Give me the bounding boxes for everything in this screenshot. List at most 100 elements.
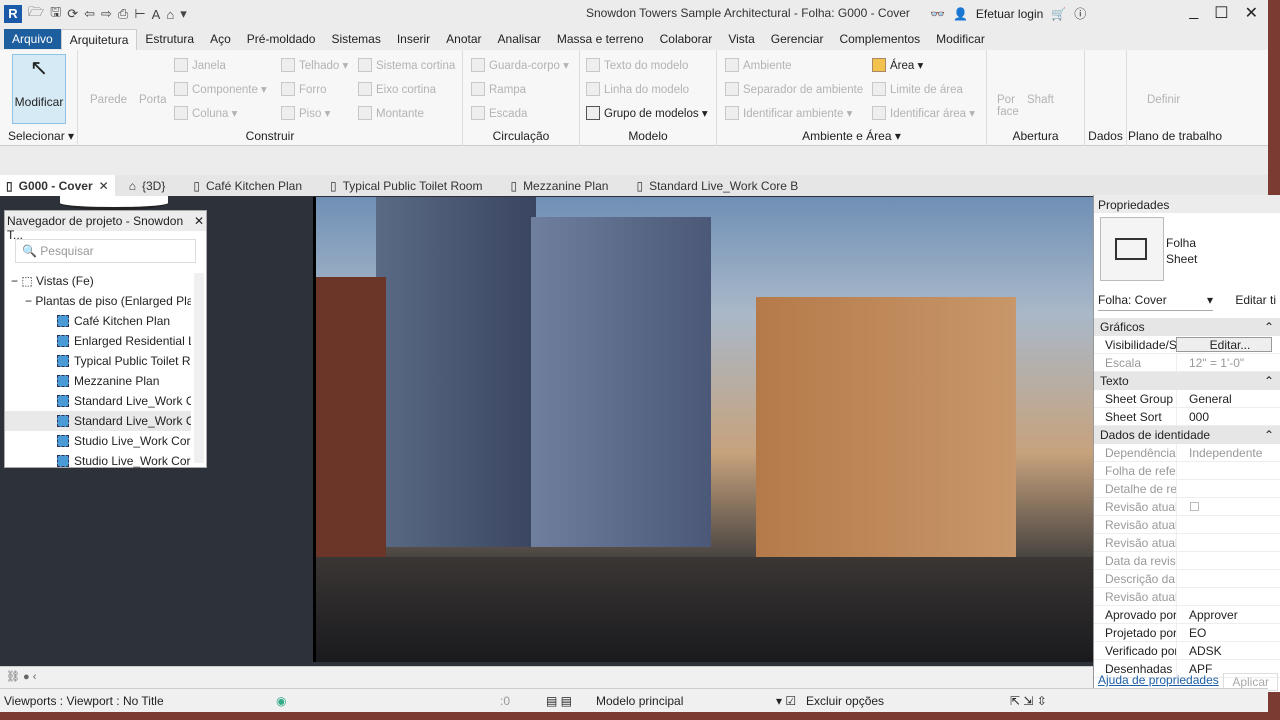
room-button[interactable]: Ambiente	[743, 60, 792, 72]
view-tab[interactable]: ▯ Typical Public Toilet Room	[316, 179, 496, 193]
horizontal-scrollbar[interactable]: ⛓ ● ‹	[0, 666, 1093, 688]
design-options-icon[interactable]: ▤ ▤	[546, 694, 572, 708]
close-icon[interactable]: ✕	[194, 214, 204, 228]
home-icon[interactable]: ⌂	[166, 7, 174, 22]
tab-14[interactable]: Modificar	[928, 29, 993, 49]
cart-icon[interactable]: 🛒	[1051, 7, 1066, 21]
tag-area-button[interactable]: Identificar área	[890, 108, 966, 120]
view-tab[interactable]: ▯ Café Kitchen Plan	[179, 179, 316, 193]
select-dropdown[interactable]: Selecionar	[8, 129, 65, 143]
tree-node-floor-plans[interactable]: − Plantas de piso (Enlarged Plan	[5, 291, 191, 311]
model-text-button[interactable]: Texto do modelo	[604, 60, 688, 72]
measure-icon[interactable]: ⊢	[134, 6, 145, 22]
close-button[interactable]: ✕	[1245, 3, 1258, 23]
property-value[interactable]: General	[1176, 390, 1280, 407]
area-button[interactable]: Área	[890, 60, 914, 72]
room-separator-button[interactable]: Separador de ambiente	[743, 84, 863, 96]
edit-visibility-button[interactable]: Editar...	[1176, 337, 1272, 352]
collapse-icon[interactable]: ⌃	[1264, 426, 1274, 444]
roof-button[interactable]: Telhado	[299, 60, 339, 72]
property-value[interactable]: Approver	[1176, 606, 1280, 623]
model-group-button[interactable]: Grupo de modelos	[604, 108, 699, 120]
tab-3[interactable]: Aço	[202, 29, 239, 49]
area-boundary-button[interactable]: Limite de área	[890, 84, 963, 96]
tab-12[interactable]: Gerenciar	[763, 29, 832, 49]
sync-icon[interactable]: ⟳	[67, 6, 78, 22]
view-tab[interactable]: ▯ Mezzanine Plan	[496, 179, 622, 193]
browser-search-input[interactable]: 🔍 Pesquisar	[15, 239, 196, 263]
floor-button[interactable]: Piso	[299, 108, 321, 120]
curtain-grid-button[interactable]: Eixo cortina	[376, 84, 436, 96]
view-tab[interactable]: ▯ Standard Live_Work Core B	[622, 179, 812, 193]
tree-item[interactable]: Mezzanine Plan	[5, 371, 191, 391]
customize-icon[interactable]: ▾	[180, 6, 187, 22]
property-section[interactable]: Dados de identidade ⌃	[1094, 426, 1280, 444]
maximize-button[interactable]: ☐	[1214, 3, 1228, 23]
print-icon[interactable]: ⎙	[118, 6, 128, 22]
model-dropdown[interactable]: Modelo principal	[596, 694, 683, 708]
login-button[interactable]: Efetuar login	[976, 7, 1043, 21]
wall-button[interactable]: Parede	[90, 94, 127, 106]
tag-room-button[interactable]: Identificar ambiente	[743, 108, 843, 120]
tree-item[interactable]: Studio Live_Work Core	[5, 431, 191, 451]
tab-1[interactable]: Arquitetura	[60, 28, 138, 50]
tree-item[interactable]: Typical Public Toilet Ro	[5, 351, 191, 371]
stair-button[interactable]: Escada	[489, 108, 527, 120]
tab-6[interactable]: Inserir	[389, 29, 438, 49]
close-tab-icon[interactable]: ✕	[99, 179, 109, 193]
ramp-button[interactable]: Rampa	[489, 84, 526, 96]
redo-icon[interactable]: ⇨	[101, 6, 112, 22]
curtain-system-button[interactable]: Sistema cortina	[376, 60, 455, 72]
door-button[interactable]: Porta	[139, 94, 167, 106]
by-face-button[interactable]: Por face	[997, 94, 1019, 118]
tree-item[interactable]: Standard Live_Work Co	[5, 411, 191, 431]
revit-logo[interactable]: R	[4, 5, 22, 23]
shaft-button[interactable]: Shaft	[1027, 94, 1054, 106]
model-line-button[interactable]: Linha do modelo	[604, 84, 689, 96]
undo-icon[interactable]: ⇦	[84, 6, 95, 22]
tree-item[interactable]: Studio Live_Work Core	[5, 451, 191, 471]
property-value[interactable]: ADSK	[1176, 642, 1280, 659]
property-value[interactable]: EO	[1176, 624, 1280, 641]
property-value[interactable]: 000	[1176, 408, 1280, 425]
tree-node-views[interactable]: − ⬚ Vistas (Fe)	[5, 271, 191, 291]
tab-11[interactable]: Vista	[720, 29, 762, 49]
tab-5[interactable]: Sistemas	[323, 29, 388, 49]
save-icon[interactable]: 🖫	[50, 3, 61, 25]
browser-scrollbar[interactable]	[194, 273, 204, 463]
tab-9[interactable]: Massa e terreno	[549, 29, 652, 49]
window-button[interactable]: Janela	[192, 60, 226, 72]
column-button[interactable]: Coluna	[192, 108, 228, 120]
panel-label[interactable]: Ambiente e Área	[802, 129, 891, 143]
edit-type-button[interactable]: Editar ti	[1235, 291, 1276, 311]
component-button[interactable]: Componente	[192, 84, 258, 96]
tab-7[interactable]: Anotar	[438, 29, 489, 49]
tab-10[interactable]: Colaborar	[652, 29, 721, 49]
exclude-options-checkbox[interactable]: Excluir opções	[806, 694, 884, 708]
tab-4[interactable]: Pré-moldado	[239, 29, 324, 49]
tree-item[interactable]: Café Kitchen Plan	[5, 311, 191, 331]
ceiling-button[interactable]: Forro	[299, 84, 326, 96]
property-section[interactable]: Gráficos ⌃	[1094, 318, 1280, 336]
selection-filter-icons[interactable]: ⇱ ⇲ ⇳	[1010, 694, 1047, 708]
view-tab[interactable]: ⌂ {3D}	[115, 179, 180, 193]
collapse-icon[interactable]: ⌃	[1264, 372, 1274, 390]
mullion-button[interactable]: Montante	[376, 108, 424, 120]
modify-button[interactable]: ↖ Modificar	[12, 54, 66, 124]
tab-0[interactable]: Arquivo	[4, 29, 61, 49]
help-icon[interactable]: ⓘ	[1074, 5, 1086, 22]
tab-2[interactable]: Estrutura	[137, 29, 202, 49]
type-selector[interactable]: Folha: Cover ▾	[1098, 291, 1213, 311]
set-workplane-button[interactable]: Definir	[1147, 94, 1180, 106]
open-icon[interactable]: 🗁	[28, 3, 44, 25]
railing-button[interactable]: Guarda-corpo	[489, 60, 560, 72]
minimize-button[interactable]: _	[1189, 3, 1198, 23]
property-section[interactable]: Texto ⌃	[1094, 372, 1280, 390]
text-icon[interactable]: A	[152, 7, 161, 22]
workset-icon[interactable]: ◉	[276, 694, 286, 708]
view-tab[interactable]: ▯ G000 - Cover ✕	[0, 175, 115, 196]
collapse-icon[interactable]: ⌃	[1264, 318, 1274, 336]
tree-item[interactable]: Standard Live_Work Co	[5, 391, 191, 411]
binoculars-icon[interactable]: 👓	[930, 7, 945, 21]
tab-8[interactable]: Analisar	[490, 29, 549, 49]
